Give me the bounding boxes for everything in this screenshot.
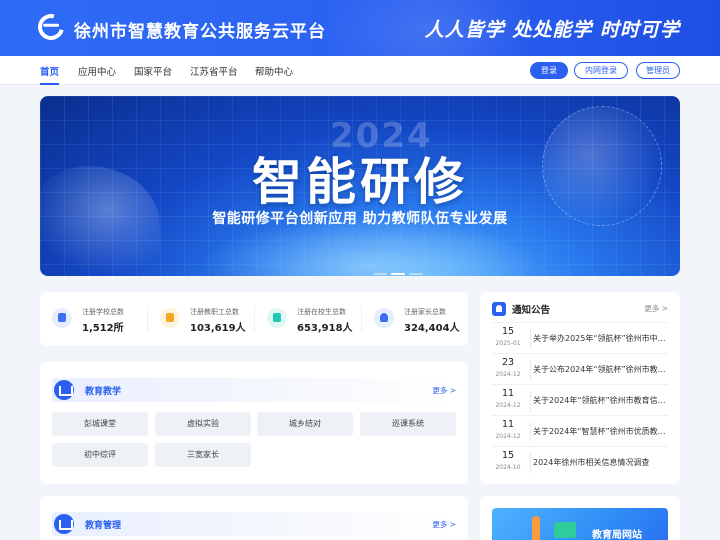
stat-parents: 注册家长总数 324,404人 (362, 304, 467, 334)
carousel-indicators (373, 268, 427, 276)
teacher-cap-icon (160, 308, 180, 328)
nav-item-national-platform[interactable]: 国家平台 (134, 64, 172, 78)
top-header: 徐州市智慧教育公共服务云平台 人人皆学 处处能学 时时可学 (0, 0, 720, 56)
banner-subtitle: 智能研修平台创新应用 助力教师队伍专业发展 (212, 211, 508, 227)
stat-teachers: 注册教职工总数 103,619人 (148, 304, 253, 334)
divider (530, 422, 531, 442)
management-section-header: 教育管理 更多 > (52, 512, 456, 536)
management-section: 教育管理 更多 > (40, 496, 468, 540)
platform-logo-icon[interactable] (33, 9, 69, 45)
carousel-dot-active[interactable] (391, 273, 405, 275)
carousel-dot[interactable] (373, 273, 387, 275)
app-tile-pengcheng-classroom[interactable]: 彭城课堂 (52, 412, 148, 436)
stat-value: 103,619人 (190, 323, 246, 334)
app-tile-class-patrol[interactable]: 巡课系统 (360, 412, 456, 436)
stat-label: 注册教职工总数 (190, 308, 239, 316)
teaching-more-link[interactable]: 更多 > (432, 385, 456, 396)
notice-panel: 通知公告 更多 > 15 2025-01 关于举办2025年“领航杯”徐州市中…… (480, 292, 680, 484)
notice-item[interactable]: 11 2024-12 关于2024年“智慧杯”徐州市优质教… (492, 415, 668, 446)
notice-day: 15 (501, 450, 515, 461)
app-tile-virtual-experiment[interactable]: 虚拟实验 (155, 412, 251, 436)
slogan: 人人皆学 处处能学 时时可学 (424, 19, 680, 41)
main-nav: 首页 应用中心 国家平台 江苏省平台 帮助中心 登录 内网登录 管理员 (0, 56, 720, 85)
notice-title: 通知公告 (512, 305, 551, 316)
notice-day: 11 (501, 388, 515, 399)
intranet-login-button[interactable]: 内网登录 (574, 62, 628, 79)
notice-text[interactable]: 关于2024年“领航杯”徐州市教育信… (533, 395, 666, 406)
notice-header: 通知公告 更多 > (492, 300, 668, 318)
notice-day: 11 (501, 419, 515, 430)
stats-card: 注册学校总数 1,512所 注册教职工总数 103,619人 注册在校生总数 6… (40, 292, 468, 346)
stat-value: 324,404人 (404, 323, 460, 334)
notice-item[interactable]: 23 2024-12 关于公布2024年“领航杯”徐州市教… (492, 353, 668, 384)
edu-bureau-link[interactable]: 教育局网站 (492, 508, 668, 540)
board-illustration (554, 522, 576, 538)
divider (530, 391, 531, 411)
nav-item-app-center[interactable]: 应用中心 (78, 64, 116, 78)
stat-schools: 注册学校总数 1,512所 (40, 304, 145, 334)
stat-value: 1,512所 (82, 323, 124, 334)
school-icon (52, 308, 72, 328)
notice-year-month: 2024-12 (495, 371, 521, 378)
edu-bureau-label: 教育局网站 (592, 530, 642, 540)
divider (530, 453, 531, 473)
teaching-section-header: 教育教学 更多 > (52, 378, 456, 402)
notice-more-link[interactable]: 更多 > (644, 303, 668, 314)
management-more-link[interactable]: 更多 > (432, 519, 456, 530)
graduation-cap-icon (54, 514, 74, 534)
notice-text[interactable]: 2024年徐州市相关信息情况调查 (533, 457, 666, 468)
stat-students: 注册在校生总数 653,918人 (255, 304, 360, 334)
person-illustration (532, 516, 540, 540)
bell-icon (492, 302, 506, 316)
carousel-dot[interactable] (409, 273, 423, 275)
site-title[interactable]: 徐州市智慧教育公共服务云平台 (74, 17, 326, 42)
stat-label: 注册在校生总数 (297, 308, 346, 316)
notice-year-month: 2024-12 (495, 433, 521, 440)
stat-label: 注册家长总数 (404, 308, 446, 316)
notice-day: 23 (501, 357, 515, 368)
notice-item[interactable]: 15 2025-01 关于举办2025年“领航杯”徐州市中… (492, 322, 668, 353)
admin-button[interactable]: 管理员 (636, 62, 680, 79)
divider (530, 329, 531, 349)
notice-year-month: 2025-01 (495, 340, 521, 347)
nav-item-jiangsu-platform[interactable]: 江苏省平台 (190, 64, 238, 78)
notice-year-month: 2024-12 (495, 402, 521, 409)
book-icon (54, 380, 74, 400)
nav-item-home[interactable]: 首页 (40, 64, 60, 85)
stat-value: 653,918人 (297, 323, 353, 334)
section-title: 教育管理 (85, 521, 122, 531)
notice-item[interactable]: 11 2024-12 关于2024年“领航杯”徐州市教育信… (492, 384, 668, 415)
notice-text[interactable]: 关于举办2025年“领航杯”徐州市中… (533, 333, 666, 344)
edu-bureau-card: 教育局网站 (480, 496, 680, 540)
notice-item[interactable]: 15 2024-10 2024年徐州市相关信息情况调查 (492, 446, 668, 477)
nav-item-help-center[interactable]: 帮助中心 (255, 64, 293, 78)
section-title: 教育教学 (85, 387, 122, 397)
app-tile-middle-school-eval[interactable]: 初中综评 (52, 443, 148, 467)
banner-title: 智能研修 (252, 153, 468, 211)
app-tile-parents[interactable]: 三宽家长 (155, 443, 251, 467)
notice-day: 15 (501, 326, 515, 337)
app-tile-urban-rural-pairing[interactable]: 城乡结对 (257, 412, 353, 436)
notice-text[interactable]: 关于2024年“智慧杯”徐州市优质教… (533, 426, 666, 437)
stat-label: 注册学校总数 (82, 308, 124, 316)
hero-banner[interactable]: 2024 智能研修 智能研修平台创新应用 助力教师队伍专业发展 (40, 96, 680, 276)
parent-icon (374, 308, 394, 328)
login-button[interactable]: 登录 (530, 62, 568, 79)
teaching-section: 教育教学 更多 > 彭城课堂 虚拟实验 城乡结对 巡课系统 初中综评 三宽家长 (40, 362, 468, 484)
notice-text[interactable]: 关于公布2024年“领航杯”徐州市教… (533, 364, 666, 375)
divider (530, 360, 531, 380)
student-icon (267, 308, 287, 328)
notice-year-month: 2024-10 (495, 464, 521, 471)
